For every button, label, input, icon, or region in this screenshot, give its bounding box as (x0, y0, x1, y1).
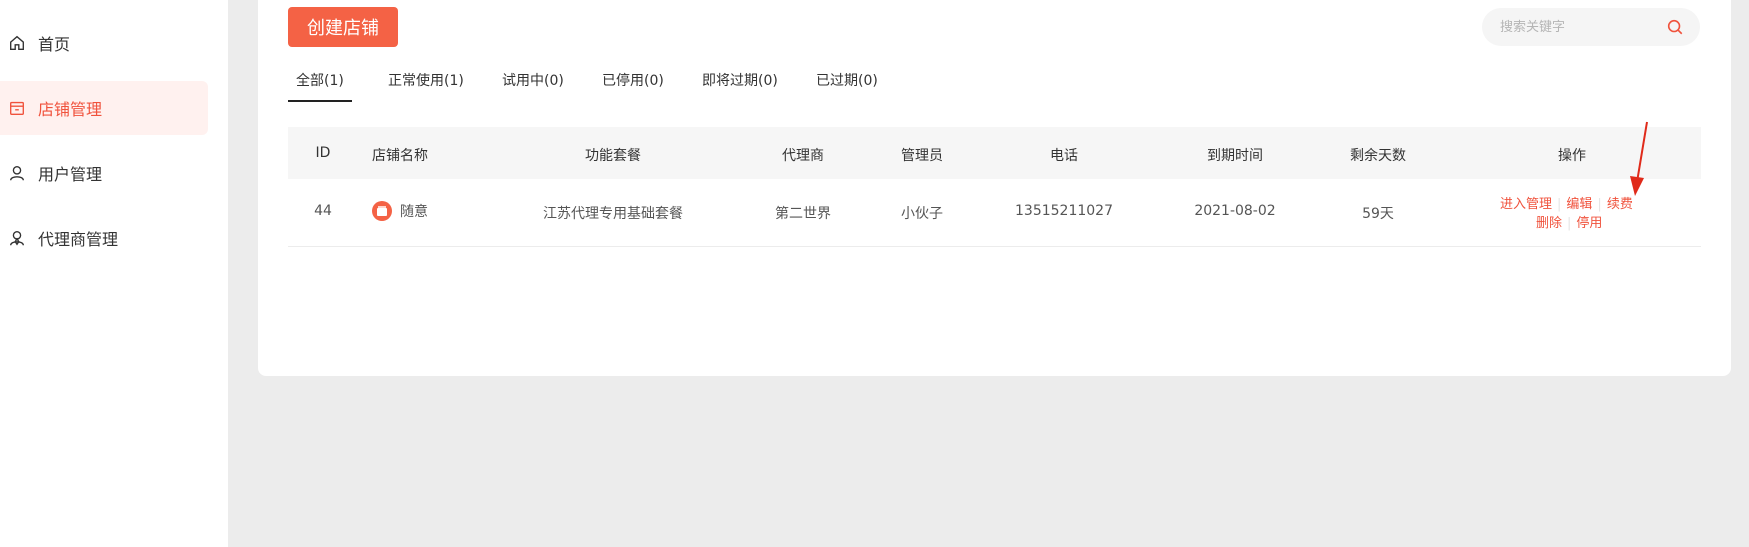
table-row: 44 随意 江苏代理专用基础套餐 第二世界 小伙子 13515211027 20… (288, 179, 1701, 247)
tab-all[interactable]: 全部(1) (288, 70, 352, 102)
sidebar-item-home[interactable]: 首页 (0, 16, 208, 70)
enter-management-link[interactable]: 进入管理 (1500, 197, 1552, 212)
column-header-id: ID (315, 145, 331, 161)
store-name: 随意 (400, 204, 428, 220)
search-icon[interactable] (1666, 18, 1684, 36)
edit-link[interactable]: 编辑 (1566, 197, 1592, 212)
column-header-store-name: 店铺名称 (372, 148, 428, 164)
column-header-admin: 管理员 (901, 148, 943, 164)
annotation-arrow-icon (1630, 121, 1648, 196)
cell-package: 江苏代理专用基础套餐 (543, 206, 683, 222)
column-header-days-left: 剩余天数 (1350, 148, 1406, 164)
column-header-agent: 代理商 (782, 148, 824, 164)
sidebar-item-label: 首页 (38, 35, 71, 54)
agent-icon (10, 231, 24, 246)
column-header-phone: 电话 (1050, 148, 1078, 164)
sidebar-item-store-management[interactable]: 店铺管理 (0, 81, 208, 135)
sidebar-item-label: 用户管理 (38, 165, 103, 184)
cell-phone: 13515211027 (1015, 203, 1113, 219)
disable-link[interactable]: 停用 (1576, 216, 1602, 231)
cell-expire: 2021-08-02 (1194, 203, 1276, 219)
home-icon (10, 35, 24, 50)
cell-store-name: 随意 (372, 201, 428, 221)
column-header-expire: 到期时间 (1207, 148, 1263, 164)
store-icon (10, 101, 24, 115)
user-icon (10, 166, 24, 181)
store-avatar-icon (372, 201, 392, 221)
search-box (1482, 8, 1700, 46)
table-header: ID 店铺名称 功能套餐 代理商 管理员 电话 到期时间 剩余天数 操作 (288, 127, 1701, 179)
delete-link[interactable]: 删除 (1536, 216, 1562, 231)
cell-days-left: 59天 (1362, 206, 1394, 222)
tab-expired[interactable]: 已过期(0) (816, 70, 878, 100)
sidebar-item-label: 代理商管理 (38, 230, 119, 249)
sidebar-item-agent-management[interactable]: 代理商管理 (0, 211, 208, 265)
tab-normal[interactable]: 正常使用(1) (388, 70, 464, 100)
cell-admin: 小伙子 (901, 206, 943, 222)
column-header-package: 功能套餐 (585, 148, 641, 164)
cell-agent: 第二世界 (775, 206, 831, 222)
column-header-actions: 操作 (1558, 148, 1586, 164)
tab-expiring[interactable]: 即将过期(0) (702, 70, 778, 100)
tab-disabled[interactable]: 已停用(0) (602, 70, 664, 100)
tab-trial[interactable]: 试用中(0) (502, 70, 564, 100)
sidebar: 首页 店铺管理 用户管理 代理商管理 (0, 0, 228, 547)
search-input[interactable] (1500, 17, 1660, 37)
sidebar-item-label: 店铺管理 (38, 100, 103, 119)
sidebar-item-user-management[interactable]: 用户管理 (0, 146, 208, 200)
create-store-button[interactable]: 创建店铺 (288, 7, 398, 47)
cell-id: 44 (314, 203, 332, 219)
